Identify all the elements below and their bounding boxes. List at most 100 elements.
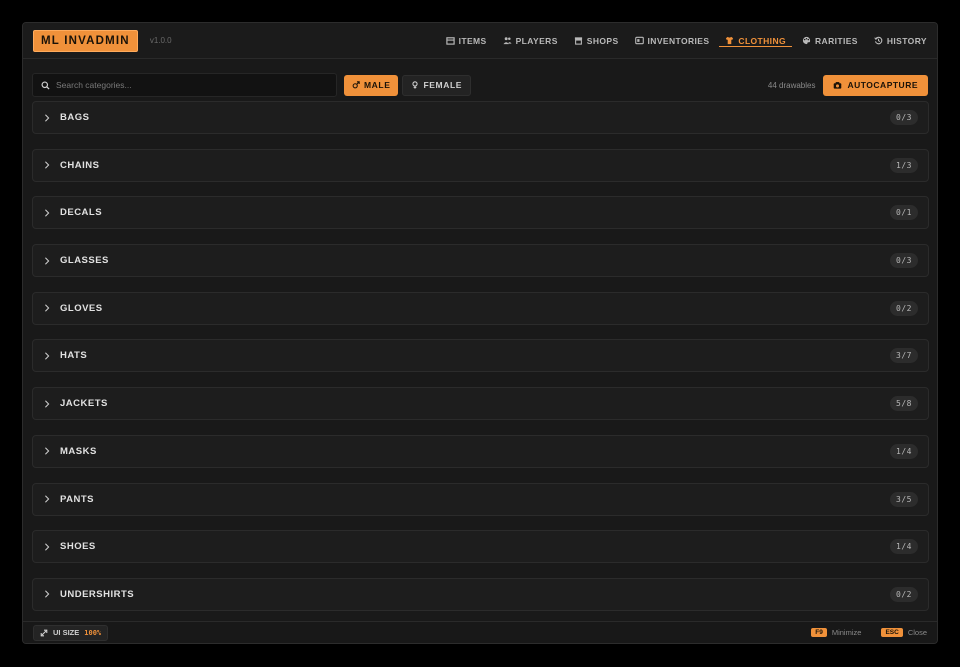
category-row-masks[interactable]: MASKS 1/4	[32, 434, 929, 468]
nav-rarities-label: RARITIES	[815, 35, 858, 46]
nav-inventories[interactable]: INVENTORIES	[634, 23, 710, 59]
shirt-icon	[726, 36, 734, 45]
minimize-hint[interactable]: F9 Minimize	[811, 628, 861, 637]
category-row-left: SHOES	[43, 541, 96, 552]
category-row-left: CHAINS	[43, 160, 99, 171]
category-row-decals[interactable]: DECALS 0/1	[32, 196, 929, 230]
category-row-left: BAGS	[43, 112, 89, 123]
category-name: HATS	[60, 350, 88, 362]
category-list: BAGS 0/3 CHAINS 1/3 DECALS 0/1 GLASSES 0…	[32, 101, 929, 626]
nav-items-label: ITEMS	[458, 35, 487, 46]
chevron-right-icon	[45, 447, 50, 455]
nav-players-label: PLAYERS	[515, 35, 558, 46]
female-icon	[412, 81, 419, 89]
ui-size-label: UI SIZE	[53, 628, 80, 637]
nav-rarities[interactable]: RARITIES	[802, 23, 858, 59]
users-icon	[503, 37, 512, 45]
chevron-right-icon	[45, 590, 50, 598]
box-icon	[445, 37, 455, 45]
resize-icon	[40, 629, 48, 636]
category-row-shoes[interactable]: SHOES 1/4	[32, 530, 929, 564]
category-name: GLASSES	[60, 255, 109, 267]
app-version: v1.0.0	[149, 36, 172, 45]
chevron-right-icon	[45, 256, 50, 265]
female-label: FEMALE	[423, 80, 463, 90]
category-row-left: GLOVES	[43, 303, 103, 314]
app-logo: ML INVADMIN	[33, 29, 138, 52]
category-name: DECALS	[60, 207, 103, 219]
category-row-left: PANTS	[43, 494, 94, 505]
category-row-pants[interactable]: PANTS 3/5	[32, 482, 929, 516]
category-name: BAGS	[60, 112, 90, 123]
category-count-badge: 1/4	[890, 539, 918, 555]
search-icon	[41, 80, 50, 90]
ui-size-control[interactable]: UI SIZE 100%	[33, 624, 109, 641]
footer-bar: UI SIZE 100% F9 Minimize ESC Close	[23, 621, 937, 643]
header-bar: ML INVADMIN v1.0.0 ITEMS PLAYERS SHOPS I…	[23, 23, 937, 59]
category-row-left: UNDERSHIRTS	[43, 589, 134, 600]
chevron-right-icon	[45, 113, 50, 122]
chevron-right-icon	[45, 495, 50, 503]
keyboard-hints: F9 Minimize ESC Close	[811, 628, 927, 637]
ui-size-value: 100%	[84, 628, 102, 637]
minimize-key: F9	[811, 628, 827, 637]
category-row-left: DECALS	[43, 207, 102, 218]
camera-icon	[834, 81, 842, 89]
chevron-right-icon	[45, 209, 50, 217]
chevron-right-icon	[45, 161, 50, 169]
toolbar-right: 44 drawables AUTOCAPTURE	[767, 74, 928, 96]
category-row-left: HATS	[43, 350, 87, 361]
autocapture-button[interactable]: AUTOCAPTURE	[823, 74, 928, 96]
category-name: JACKETS	[60, 398, 108, 410]
category-name: GLOVES	[60, 302, 103, 314]
category-count-badge: 0/2	[890, 300, 918, 316]
category-name: CHAINS	[60, 159, 100, 171]
close-key: ESC	[881, 628, 903, 637]
nav-items[interactable]: ITEMS	[445, 23, 487, 59]
category-count-badge: 0/3	[890, 253, 918, 269]
category-row-bags[interactable]: BAGS 0/3	[32, 101, 929, 134]
male-button[interactable]: MALE	[344, 74, 399, 96]
category-name: MASKS	[60, 445, 97, 457]
category-row-glasses[interactable]: GLASSES 0/3	[32, 244, 929, 278]
minimize-label: Minimize	[831, 628, 862, 637]
toolbar-left: MALE FEMALE	[32, 73, 472, 97]
chevron-right-icon	[45, 352, 50, 360]
category-count-badge: 0/2	[890, 586, 918, 602]
palette-icon	[802, 36, 811, 45]
nav-inventories-label: INVENTORIES	[647, 35, 710, 46]
female-button[interactable]: FEMALE	[402, 74, 472, 96]
chevron-right-icon	[45, 400, 50, 408]
category-row-left: GLASSES	[43, 255, 109, 266]
nav-clothing-label: CLOTHING	[738, 35, 786, 46]
drawables-count: 44 drawables	[767, 80, 816, 90]
toolbar: MALE FEMALE 44 drawables AUTOCAPTURE	[23, 69, 937, 101]
close-label: Close	[907, 628, 927, 637]
category-row-jackets[interactable]: JACKETS 5/8	[32, 387, 929, 421]
category-row-gloves[interactable]: GLOVES 0/2	[32, 291, 929, 325]
category-row-undershirts[interactable]: UNDERSHIRTS 0/2	[32, 577, 929, 611]
autocapture-label: AUTOCAPTURE	[847, 80, 918, 90]
category-name: SHOES	[60, 541, 96, 553]
brand: ML INVADMIN v1.0.0	[33, 29, 172, 52]
category-row-chains[interactable]: CHAINS 1/3	[32, 148, 929, 182]
category-row-hats[interactable]: HATS 3/7	[32, 339, 929, 373]
category-count-badge: 3/7	[890, 348, 918, 364]
nav-shops-label: SHOPS	[586, 35, 619, 46]
search-box[interactable]	[32, 73, 337, 97]
nav-history[interactable]: HISTORY	[874, 23, 927, 59]
category-name: UNDERSHIRTS	[60, 588, 135, 600]
category-count-badge: 1/4	[890, 443, 918, 459]
close-hint[interactable]: ESC Close	[881, 628, 927, 637]
category-count-badge: 5/8	[890, 396, 918, 412]
male-label: MALE	[364, 80, 391, 90]
main-nav: ITEMS PLAYERS SHOPS INVENTORIES CLOTHING…	[445, 23, 927, 59]
search-input[interactable]	[56, 80, 326, 90]
nav-clothing[interactable]: CLOTHING	[719, 23, 792, 59]
nav-players[interactable]: PLAYERS	[503, 23, 558, 59]
nav-history-label: HISTORY	[886, 35, 927, 46]
nav-shops[interactable]: SHOPS	[574, 23, 619, 59]
inventory-icon	[634, 36, 644, 45]
history-icon	[874, 36, 883, 45]
chevron-right-icon	[45, 304, 50, 312]
